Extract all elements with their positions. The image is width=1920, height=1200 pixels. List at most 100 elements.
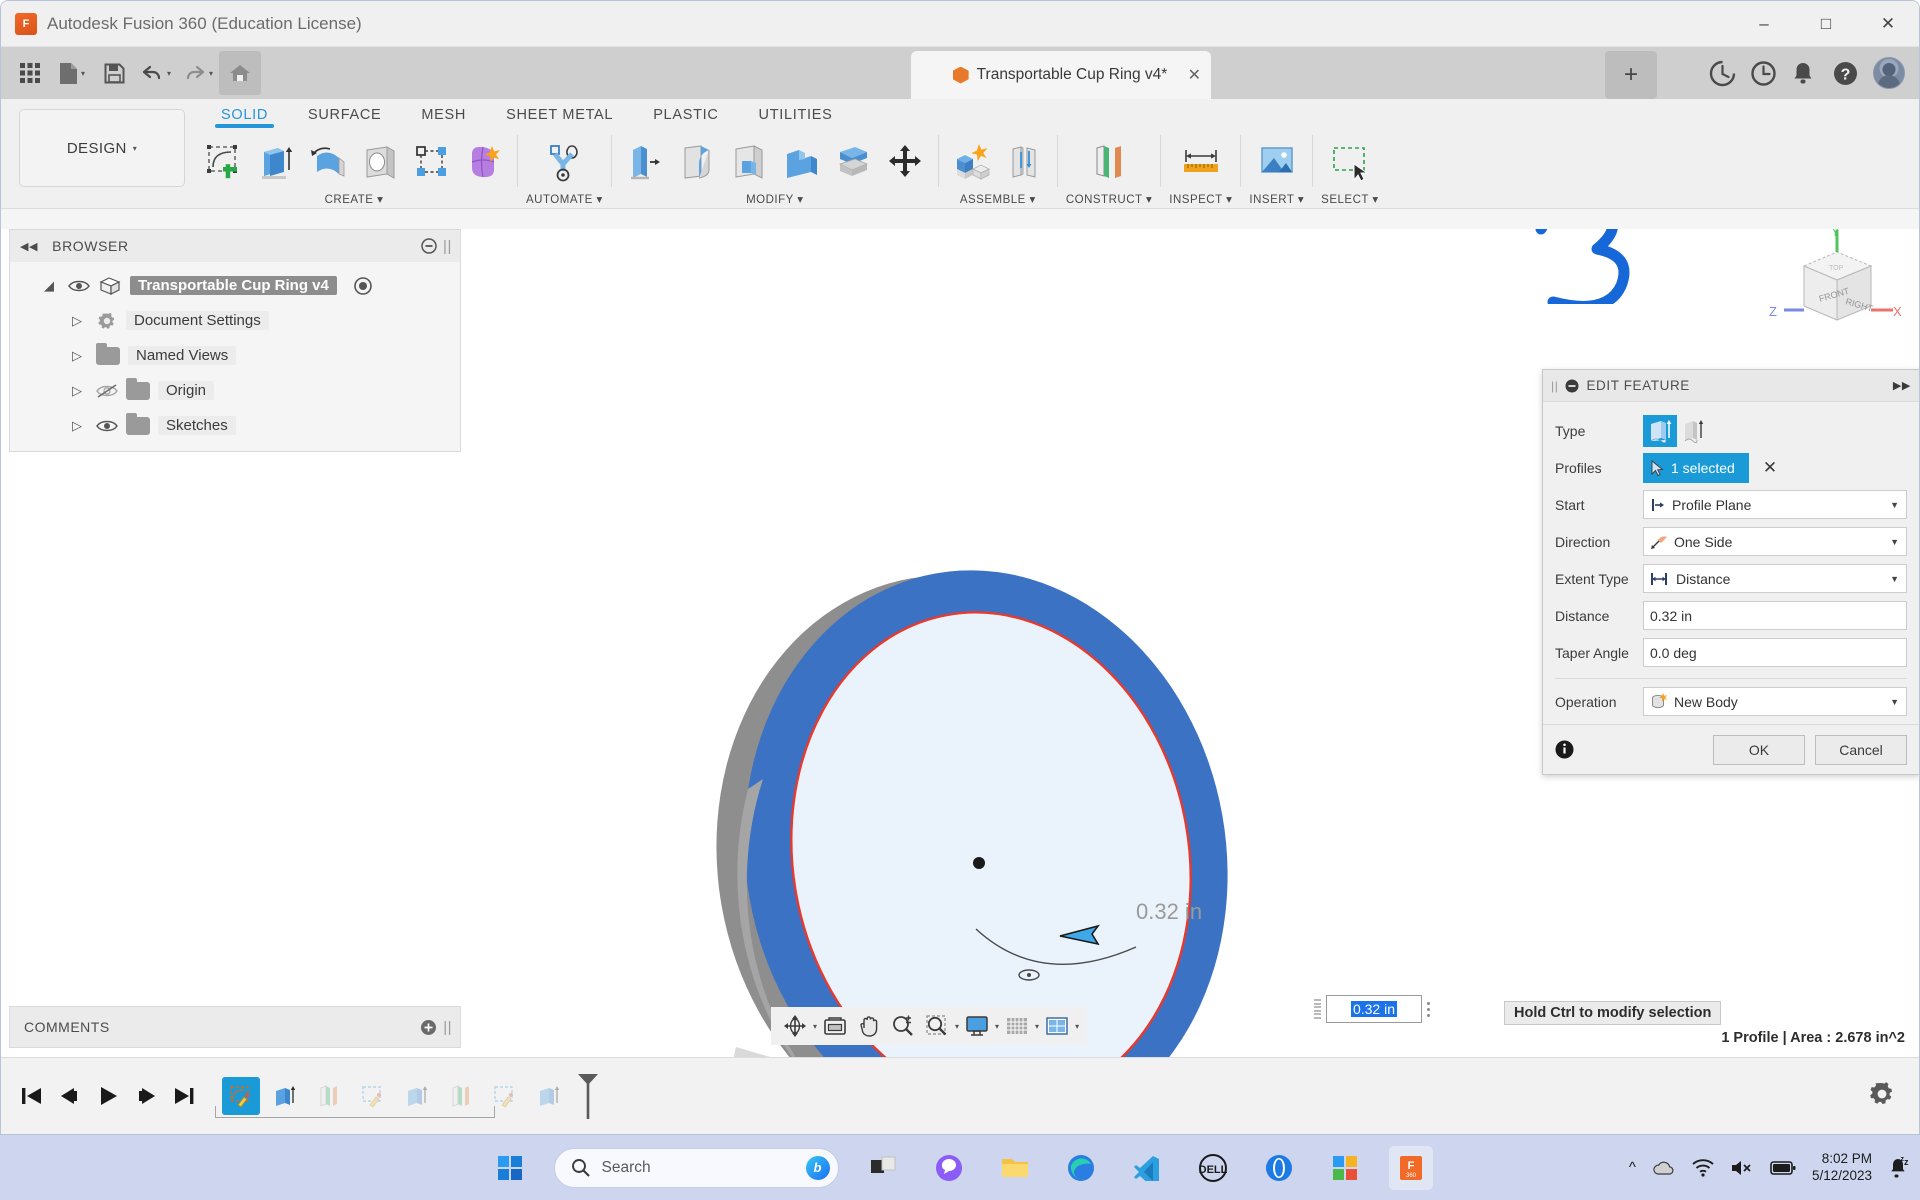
chevron-down-icon[interactable]: ▾ — [1030, 194, 1036, 206]
zoom-window-icon[interactable] — [921, 1010, 953, 1042]
new-document-icon[interactable]: ▾ — [51, 51, 93, 95]
tab-sheet-metal[interactable]: SHEET METAL — [486, 103, 633, 123]
play-icon[interactable] — [89, 1077, 127, 1115]
extent-type-dropdown[interactable]: Distance ▼ — [1643, 564, 1907, 593]
chevron-down-icon[interactable]: ▾ — [1146, 194, 1152, 206]
chevron-down-icon[interactable]: ▾ — [797, 194, 803, 206]
expand-arrow-icon[interactable]: ▷ — [72, 313, 88, 329]
dimension-input-value[interactable]: 0.32 in — [1350, 1001, 1398, 1017]
maximize-button[interactable]: □ — [1795, 1, 1857, 47]
opera-icon[interactable] — [1257, 1146, 1301, 1190]
minus-circle-icon[interactable] — [421, 238, 437, 254]
dimension-input-widget[interactable]: 0.32 in — [1314, 995, 1430, 1023]
jump-to-beginning-icon[interactable] — [13, 1077, 51, 1115]
dialog-drag-handle[interactable]: || — [1551, 379, 1558, 393]
fillet-icon[interactable] — [672, 135, 722, 189]
dialog-expand-icon[interactable]: ▶▶ — [1893, 379, 1911, 392]
extrude-icon[interactable] — [251, 135, 301, 189]
comments-panel[interactable]: COMMENTS || — [9, 1006, 461, 1048]
taskbar-clock[interactable]: 8:02 PM 5/12/2023 — [1812, 1151, 1872, 1185]
joint-icon[interactable] — [999, 135, 1049, 189]
chevron-down-icon[interactable]: ▾ — [167, 69, 171, 78]
expand-arrow-icon[interactable]: ▷ — [72, 383, 88, 399]
start-dropdown[interactable]: Profile Plane ▼ — [1643, 490, 1907, 519]
browser-item-origin[interactable]: ▷ Origin — [10, 373, 460, 408]
dell-icon[interactable]: DELL — [1191, 1146, 1235, 1190]
task-view-icon[interactable] — [861, 1146, 905, 1190]
microsoft-store-icon[interactable] — [1323, 1146, 1367, 1190]
home-icon[interactable] — [219, 51, 262, 95]
step-back-icon[interactable] — [51, 1077, 89, 1115]
step-forward-icon[interactable] — [127, 1077, 165, 1115]
add-comment-icon[interactable] — [420, 1019, 437, 1036]
chevron-down-icon[interactable]: ▾ — [955, 1022, 959, 1031]
insert-mcmaster-icon[interactable] — [1252, 135, 1302, 189]
tab-plastic[interactable]: PLASTIC — [633, 103, 738, 123]
chevron-down-icon[interactable]: ▾ — [597, 194, 603, 206]
file-explorer-icon[interactable] — [993, 1146, 1037, 1190]
offset-plane-icon[interactable] — [1084, 135, 1134, 189]
combine-icon[interactable] — [776, 135, 826, 189]
chevron-down-icon[interactable]: ▾ — [1075, 1022, 1079, 1031]
timeline-feature-extrude-3[interactable] — [530, 1077, 568, 1115]
chevron-down-icon[interactable]: ▾ — [209, 69, 213, 78]
start-icon[interactable] — [488, 1146, 532, 1190]
edge-icon[interactable] — [1059, 1146, 1103, 1190]
chevron-down-icon[interactable]: ▾ — [1035, 1022, 1039, 1031]
panel-resize-handle[interactable]: || — [443, 238, 452, 255]
browser-item-named-views[interactable]: ▷ Named Views — [10, 338, 460, 373]
eye-visible-icon[interactable] — [68, 278, 90, 294]
extensions-icon[interactable] — [1709, 60, 1736, 87]
expand-arrow-icon[interactable]: ◢ — [44, 278, 60, 294]
job-status-icon[interactable] — [1750, 60, 1777, 87]
new-tab-button[interactable]: + — [1605, 51, 1657, 99]
move-copy-icon[interactable] — [880, 135, 930, 189]
pan-icon[interactable] — [853, 1010, 885, 1042]
cancel-button[interactable]: Cancel — [1815, 734, 1907, 765]
rib-icon[interactable] — [407, 135, 457, 189]
fusion-360-icon[interactable]: F 360 — [1388, 1145, 1433, 1190]
close-button[interactable]: ✕ — [1857, 1, 1919, 47]
tab-solid[interactable]: SOLID — [201, 103, 288, 128]
save-icon[interactable] — [93, 51, 135, 95]
drag-handle[interactable] — [1314, 999, 1321, 1019]
app-grid-icon[interactable] — [9, 51, 51, 95]
chevron-down-icon[interactable]: ▼ — [1890, 537, 1899, 547]
hole-icon[interactable] — [355, 135, 405, 189]
notifications-off-icon[interactable]: zz — [1888, 1156, 1910, 1180]
clear-selection-icon[interactable]: ✕ — [1763, 458, 1777, 478]
tab-mesh[interactable]: MESH — [401, 103, 486, 123]
press-pull-icon[interactable] — [620, 135, 670, 189]
browser-item-sketches[interactable]: ▷ Sketches — [10, 408, 460, 443]
document-tab[interactable]: Transportable Cup Ring v4* ✕ — [911, 51, 1211, 99]
extrude-surface-icon[interactable] — [1677, 415, 1711, 447]
measure-icon[interactable] — [1176, 135, 1226, 189]
dimension-options-icon[interactable] — [1427, 1001, 1430, 1017]
tab-surface[interactable]: SURFACE — [288, 103, 401, 123]
info-icon[interactable] — [1555, 740, 1574, 759]
undo-icon[interactable]: ▾ — [135, 51, 177, 95]
ok-button[interactable]: OK — [1713, 734, 1805, 765]
wifi-icon[interactable] — [1692, 1158, 1714, 1177]
form-icon[interactable] — [459, 135, 509, 189]
chevron-down-icon[interactable]: ▼ — [1890, 697, 1899, 707]
chevron-down-icon[interactable]: ▾ — [377, 194, 383, 206]
help-icon[interactable]: ? — [1832, 60, 1859, 87]
chevron-down-icon[interactable]: ▾ — [995, 1022, 999, 1031]
automated-modeling-icon[interactable] — [539, 135, 589, 189]
chevron-down-icon[interactable]: ▼ — [1890, 500, 1899, 510]
battery-icon[interactable] — [1770, 1160, 1796, 1175]
new-component-icon[interactable] — [947, 135, 997, 189]
shell-icon[interactable] — [724, 135, 774, 189]
tray-chevron-icon[interactable]: ^ — [1629, 1159, 1636, 1176]
browser-item-document-settings[interactable]: ▷ Document Settings — [10, 303, 460, 338]
workspace-selector[interactable]: DESIGN ▾ — [19, 109, 185, 187]
expand-arrow-icon[interactable]: ▷ — [72, 418, 88, 434]
panel-resize-handle[interactable]: || — [443, 1019, 452, 1036]
minimize-button[interactable]: – — [1733, 1, 1795, 47]
redo-icon[interactable]: ▾ — [177, 51, 219, 95]
operation-dropdown[interactable]: New Body ▼ — [1643, 687, 1907, 716]
minus-circle-icon[interactable] — [1565, 379, 1579, 393]
volume-muted-icon[interactable] — [1730, 1159, 1754, 1177]
chevron-down-icon[interactable]: ▾ — [1226, 194, 1232, 206]
